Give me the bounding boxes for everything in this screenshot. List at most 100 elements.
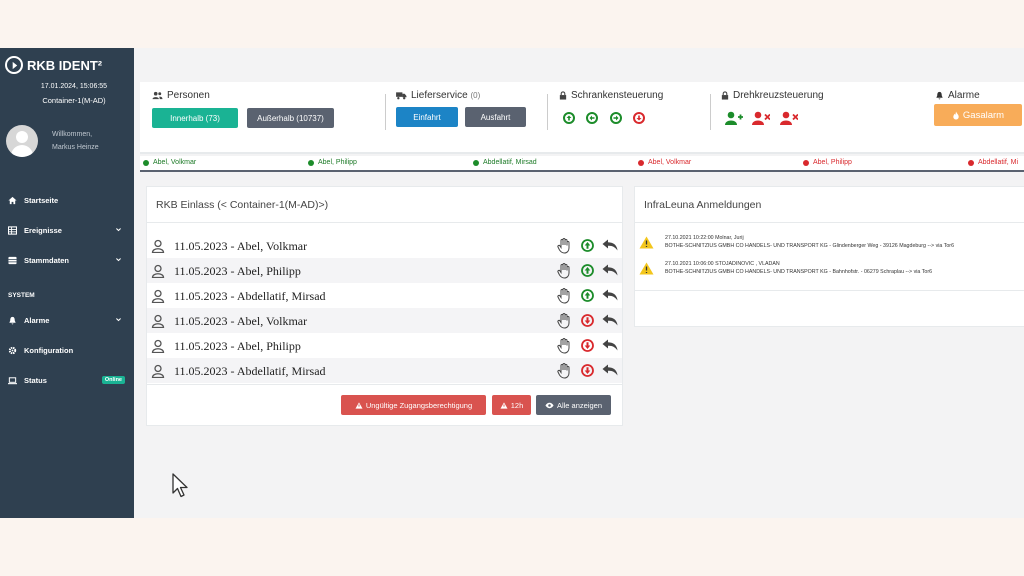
invalid-access-label: Ungültige Zugangsberechtigung [365, 400, 473, 410]
ticker-item: Abel, Volkmar [143, 159, 196, 166]
hand-icon[interactable] [557, 263, 571, 279]
laptop-icon [8, 376, 17, 385]
notification-item[interactable]: 27.10.2021 10:06:00 STOJADINOVIC , VLADA… [635, 255, 1024, 285]
user-icon [151, 364, 165, 378]
sidebar-item-startseite[interactable]: Startseite [0, 185, 134, 215]
entry-text: 11.05.2023 - Abdellatif, Mirsad [174, 364, 326, 378]
current-container: Container-1(M-AD) [42, 96, 106, 105]
entry-text: 11.05.2023 - Abdellatif, Mirsad [174, 289, 326, 303]
sidebar-item-stammdaten[interactable]: Stammdaten [0, 245, 134, 275]
arrow-up-circle-icon[interactable] [581, 264, 594, 277]
arrow-up-circle-icon[interactable] [581, 239, 594, 252]
user-name: Markus Heinze [52, 144, 99, 151]
arrow-left-icon [589, 115, 595, 121]
arrow-right-icon [613, 115, 619, 121]
sidebar-item-label: Stammdaten [24, 255, 70, 265]
reply-icon[interactable] [602, 314, 618, 326]
table-row[interactable]: 11.05.2023 - Abel, Philipp [147, 258, 622, 283]
ausfahrt-button[interactable]: Ausfahrt [465, 107, 526, 127]
entry-text: 11.05.2023 - Abel, Philipp [174, 264, 301, 278]
brand-name: RKB IDENT² [27, 57, 103, 73]
arrow-down-circle-icon[interactable] [581, 364, 594, 377]
sidebar-item-label: Alarme [24, 315, 50, 325]
12h-label: 12h [510, 400, 524, 410]
einfahrt-button[interactable]: Einfahrt [396, 107, 458, 127]
user-times-icon[interactable] [752, 111, 770, 125]
hand-icon[interactable] [557, 238, 571, 254]
show-all-label: Alle anzeigen [556, 400, 603, 410]
entry-text: 11.05.2023 - Abel, Philipp [174, 339, 301, 353]
divider [547, 94, 548, 130]
12h-button[interactable]: 12h [492, 395, 531, 415]
sidebar-item-label: Ereignisse [24, 225, 62, 235]
ticker-item: Abdellatif, Mi [968, 159, 1018, 166]
status-dot-icon [143, 159, 149, 166]
sidebar-item-label: Startseite [24, 195, 59, 205]
table-icon [8, 225, 17, 235]
arrow-down-circle-icon[interactable] [581, 314, 594, 327]
barrier-close-button[interactable] [633, 112, 645, 124]
hand-icon[interactable] [557, 313, 571, 329]
brand[interactable]: RKB IDENT² [0, 48, 134, 82]
hand-icon[interactable] [557, 288, 571, 304]
notification-title: 27.10.2021 10:22:00 Molnar, Jurij [665, 235, 744, 241]
status-dot-icon [473, 159, 479, 166]
arrow-down-circle-icon[interactable] [581, 339, 594, 352]
lock-icon [721, 91, 729, 100]
drehkreuz-title: Drehkreuzsteuerung [733, 90, 824, 101]
table-row[interactable]: 11.05.2023 - Abdellatif, Mirsad [147, 358, 622, 383]
reply-icon[interactable] [602, 339, 618, 351]
sidebar-item-ereignisse[interactable]: Ereignisse [0, 215, 134, 245]
show-all-button[interactable]: Alle anzeigen [536, 395, 611, 415]
ticker-item: Abel, Philipp [803, 159, 852, 166]
user-times-icon[interactable] [780, 111, 798, 125]
user-profile: Willkommen, Markus Heinze [0, 125, 134, 157]
personen-title: Personen [167, 90, 210, 101]
table-row[interactable]: 11.05.2023 - Abel, Volkmar [147, 233, 622, 258]
invalid-access-button[interactable]: Ungültige Zugangsberechtigung [341, 395, 486, 415]
reply-icon[interactable] [602, 289, 618, 301]
divider [710, 94, 711, 130]
status-dot-icon [803, 159, 809, 166]
gasalarm-button[interactable]: Gasalarm [934, 104, 1022, 126]
reply-icon[interactable] [602, 364, 618, 376]
barrier-right-button[interactable] [610, 112, 622, 124]
mouse-cursor-icon [172, 473, 188, 498]
ticker-item: Abel, Philipp [308, 159, 357, 166]
hand-icon[interactable] [557, 338, 571, 354]
arrow-up-icon [566, 115, 572, 121]
user-plus-icon[interactable] [725, 111, 743, 125]
welcome-text: Willkommen, [52, 131, 93, 138]
lieferservice-group: Lieferservice (0) [396, 90, 480, 101]
fire-icon [953, 110, 959, 120]
reply-icon[interactable] [602, 239, 618, 251]
notification-title: 27.10.2021 10:06:00 STOJADINOVIC , VLADA… [665, 261, 780, 267]
innerhalb-button[interactable]: Innerhalb (73) [152, 108, 238, 128]
barrier-open-up-button[interactable] [563, 112, 575, 124]
divider [385, 94, 386, 130]
ausserhalb-button[interactable]: Außerhalb (10737) [247, 108, 334, 128]
arrow-up-circle-icon[interactable] [581, 289, 594, 302]
schranken-title: Schrankensteuerung [571, 90, 664, 101]
truck-icon [396, 92, 407, 100]
sidebar-item-status[interactable]: Status Online [0, 365, 134, 395]
status-dot-icon [308, 159, 314, 166]
notification-detail: BOTHE-SCHNITZIUS GMBH CO HANDELS- UND TR… [665, 243, 955, 249]
table-row[interactable]: 11.05.2023 - Abel, Volkmar [147, 308, 622, 333]
lieferservice-title: Lieferservice [411, 90, 468, 101]
sidebar-item-alarme[interactable]: Alarme [0, 305, 134, 335]
drehkreuz-group: Drehkreuzsteuerung [721, 90, 824, 101]
ticker-item: Abel, Volkmar [638, 159, 691, 166]
hand-icon[interactable] [557, 363, 571, 379]
section-system-heading: SYSTEM [8, 292, 35, 299]
table-row[interactable]: 11.05.2023 - Abdellatif, Mirsad [147, 283, 622, 308]
user-icon [151, 264, 165, 278]
status-badge: Online [101, 376, 125, 384]
reply-icon[interactable] [602, 264, 618, 276]
sidebar-item-konfiguration[interactable]: Konfiguration [0, 335, 134, 365]
table-row[interactable]: 11.05.2023 - Abel, Philipp [147, 333, 622, 358]
warning-icon [355, 401, 363, 409]
status-dot-icon [968, 159, 974, 166]
arrow-down-icon [636, 115, 642, 121]
barrier-left-button[interactable] [586, 112, 598, 124]
